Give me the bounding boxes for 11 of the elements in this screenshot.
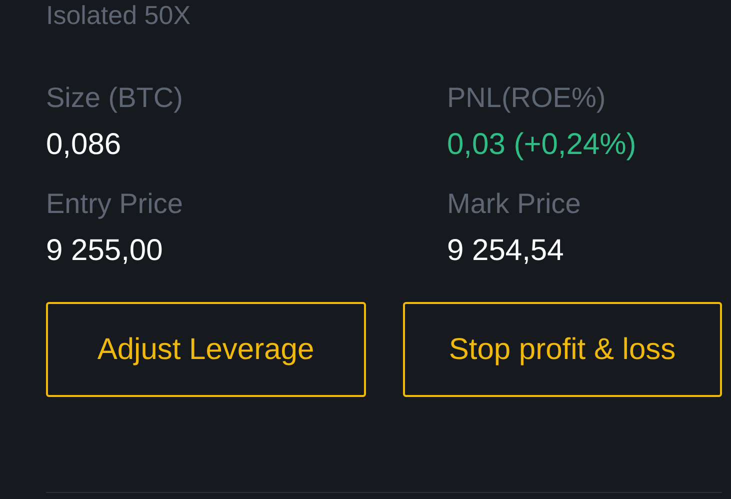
- field-value: 0,03 (+0,24%): [447, 128, 636, 162]
- field-label: PNL(ROE%): [447, 82, 606, 114]
- margin-mode-text: Isolated 50X: [46, 0, 191, 30]
- field-label: Entry Price: [46, 188, 183, 220]
- field-label: Mark Price: [447, 188, 581, 220]
- action-button[interactable]: Adjust Leverage: [46, 302, 366, 397]
- action-button[interactable]: Stop profit & loss: [402, 302, 722, 397]
- field-value: 0,086: [46, 128, 122, 162]
- field-value: 9 255,00: [46, 234, 163, 268]
- field-value: 9 254,54: [447, 234, 564, 268]
- field-label: Size (BTC): [46, 82, 183, 114]
